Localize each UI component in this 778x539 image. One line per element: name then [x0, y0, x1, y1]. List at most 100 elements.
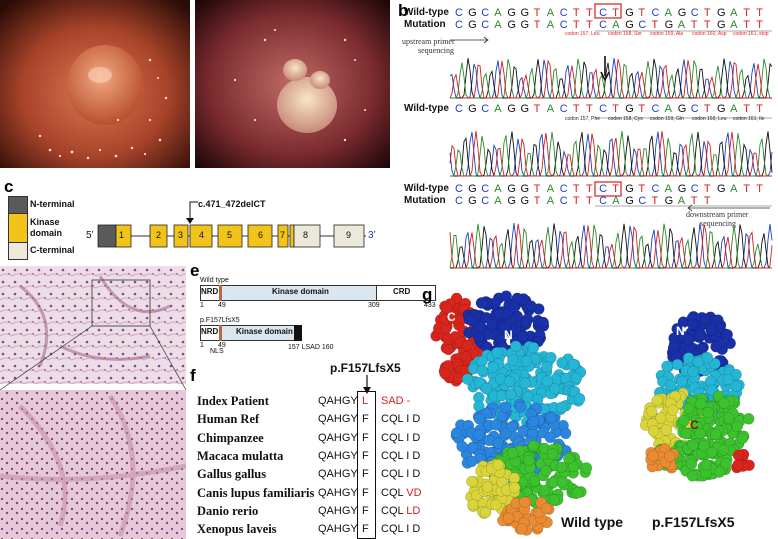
mut-cyan-region	[687, 365, 699, 378]
mut-yellow-region	[667, 404, 679, 416]
wt-yellow-region	[481, 481, 494, 493]
wt-cyan-region	[573, 393, 586, 405]
aligned-residue: F	[362, 449, 369, 462]
sequence-suffix: CQL I D	[381, 468, 421, 481]
wt-mid-blue-region	[506, 420, 519, 433]
wt-blue-region	[501, 308, 513, 320]
row2-codon-3: codon 159, Gln	[650, 116, 684, 122]
wt-kinase-label: Kinase domain	[272, 287, 329, 296]
exon-4-label: 4	[199, 230, 205, 240]
row3-mut-base: A	[547, 195, 555, 207]
upstream-primer-note-1: upstream primer	[402, 37, 455, 46]
row3-wt-base: A	[665, 183, 673, 195]
row1-wt-base: T	[612, 7, 619, 19]
row1-wt-base: G	[521, 7, 530, 19]
row3-mut-base: A	[612, 195, 620, 207]
row3-wt-base: A	[547, 183, 555, 195]
wt-mid-blue-region	[450, 427, 463, 439]
wt-cyan-region	[461, 373, 474, 385]
mut-yellow-region	[660, 424, 673, 436]
row3-mut-base: G	[625, 195, 634, 207]
row1-wt-base: A	[730, 7, 738, 19]
wt-blue-region	[520, 317, 532, 329]
row1-wt-base: C	[481, 7, 489, 19]
wt-cyan-region	[510, 340, 522, 353]
wildtype-model-label: Wild type	[561, 514, 624, 530]
upstream-primer-note-2: sequencing	[418, 46, 454, 55]
row3-mut-base: G	[468, 195, 477, 207]
wt-cyan-region	[570, 372, 583, 384]
wt-cyan-region	[487, 361, 499, 374]
row1-wt-base: T	[586, 7, 593, 19]
wt-cyan-region	[505, 388, 517, 401]
wt-green-region	[571, 486, 584, 499]
row2-wt-base: A	[730, 103, 738, 115]
row2-wt-base: C	[599, 103, 607, 115]
panel-label-f: f	[190, 366, 196, 385]
species-name: Index Patient	[197, 394, 269, 408]
row3-wt-base: T	[756, 183, 763, 195]
mut-yellow-region	[647, 425, 660, 437]
mut-green-region	[736, 432, 749, 445]
row1-mut-base: T	[573, 19, 580, 31]
row3-mut-base: T	[573, 195, 580, 207]
wt-green-region	[523, 454, 535, 467]
row3-mut-base: A	[494, 195, 502, 207]
row1-wt-base: T	[704, 7, 711, 19]
species-name: Danio rerio	[197, 503, 259, 518]
row3-mut-base: C	[560, 195, 568, 207]
row2-wt-base: G	[521, 103, 530, 115]
row1-wt-base: T	[573, 7, 580, 19]
wt-cyan-region	[567, 358, 580, 371]
mut-tick-1: 1	[200, 342, 204, 349]
row2-wt-base: T	[638, 103, 645, 115]
mut-red-region	[732, 459, 744, 471]
row2-wt-base: C	[560, 103, 568, 115]
row2-wt-base: G	[625, 103, 634, 115]
sequence-suffix: SAD -	[381, 395, 411, 407]
row1-mut-base: A	[494, 19, 502, 31]
aligned-residue: F	[362, 486, 369, 499]
mut-nrd-label: NRD	[201, 327, 219, 336]
exon-9-label: 9	[346, 230, 352, 240]
row2-codon-1: codon 157, Phe	[565, 116, 601, 122]
mut-green-lower	[687, 439, 699, 451]
row1-mut-base: T	[534, 19, 541, 31]
row1-mut-base: G	[507, 19, 516, 31]
mut-cyan-region	[701, 352, 714, 364]
row3-wt-base: G	[507, 183, 516, 195]
wt-green-region	[580, 462, 593, 474]
row1-mut-base: A	[547, 19, 555, 31]
sequence-prefix: QAHGY	[318, 431, 358, 444]
row1-mut-base: T	[691, 19, 698, 31]
row1-mut-base: A	[678, 19, 686, 31]
sequence-suffix: CQL LD	[381, 504, 421, 517]
row3-wt-base: C	[481, 183, 489, 195]
mutant-protein-title: p.F157LfsX5	[200, 317, 240, 324]
wt-yellow-region	[466, 475, 478, 488]
aligned-residue: F	[362, 504, 369, 517]
row3-wt-base: G	[717, 183, 726, 195]
panel-label-e: e	[190, 261, 200, 280]
wt-red-region	[461, 339, 474, 352]
sequence-suffix: CQL I D	[381, 449, 421, 462]
wt-yellow-region	[492, 459, 504, 471]
sequence-prefix: QAHGY	[318, 395, 358, 407]
mut-orange-region	[664, 450, 676, 463]
row3-wt-base: G	[625, 183, 634, 195]
row3-mut-base: C	[455, 195, 463, 207]
sequencing-chromatograms: CGCAGGTACTTCTGTCAGCTGATTCGCAGGTACTTCAGCT…	[400, 0, 778, 272]
row3-mut-base: A	[678, 195, 686, 207]
nls-label: NLS	[210, 348, 224, 355]
wt-mid-blue-region	[527, 415, 539, 428]
wt-cyan-region	[503, 375, 516, 388]
mut-green-region	[695, 397, 707, 410]
mutant-model-label: p.F157LfsX5	[652, 514, 735, 530]
upstream-arrow	[450, 36, 489, 44]
row3-wt-base: T	[534, 183, 541, 195]
mut-cyan-region	[682, 352, 695, 364]
wt-cyan-region	[541, 361, 553, 373]
row1-mut-base: C	[455, 19, 463, 31]
mut-cyan-region	[665, 379, 677, 392]
mut-green-region	[742, 413, 755, 425]
